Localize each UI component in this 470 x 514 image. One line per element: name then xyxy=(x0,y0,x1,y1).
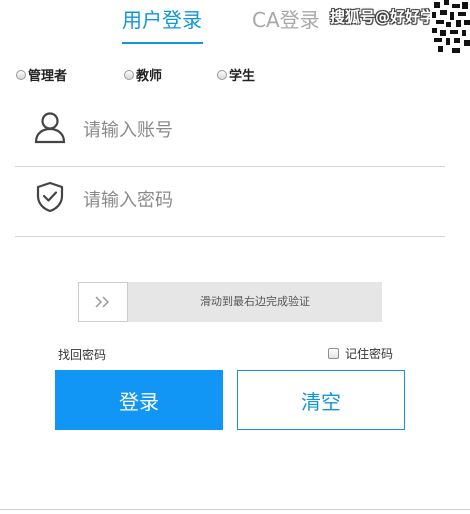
tab-ca-login[interactable]: CA登录 xyxy=(252,6,320,34)
role-label-admin: 管理者 xyxy=(28,69,68,84)
role-radio-teacher[interactable]: 教师 xyxy=(124,65,162,84)
tab-user-login[interactable]: 用户登录 xyxy=(122,6,202,34)
slide-verify-handle[interactable] xyxy=(78,282,128,322)
login-button[interactable]: 登录 xyxy=(55,370,223,430)
remember-password-checkbox[interactable]: 记住密码 xyxy=(328,345,393,362)
shield-check-icon xyxy=(33,180,67,214)
checkbox-icon[interactable] xyxy=(328,348,339,359)
watermark-text: 搜狐号@好好学 xyxy=(330,8,436,26)
account-field-row xyxy=(15,96,445,167)
role-label-student: 学生 xyxy=(229,69,256,84)
slide-verify-track: 滑动到最右边完成验证 xyxy=(78,282,382,322)
double-chevron-right-icon xyxy=(94,293,112,312)
role-radio-student[interactable]: 学生 xyxy=(217,65,255,84)
bottom-divider xyxy=(0,509,470,510)
radio-circle-icon[interactable] xyxy=(217,69,227,80)
password-input[interactable] xyxy=(83,184,413,216)
forgot-password-link[interactable]: 找回密码 xyxy=(58,346,106,363)
account-input[interactable] xyxy=(83,114,413,146)
role-radio-admin[interactable]: 管理者 xyxy=(16,65,67,84)
active-tab-underline xyxy=(122,42,203,44)
user-icon xyxy=(33,110,67,144)
qr-code-icon xyxy=(430,0,470,58)
role-label-teacher: 教师 xyxy=(136,69,163,84)
radio-circle-icon[interactable] xyxy=(16,69,26,80)
password-field-row xyxy=(15,166,445,237)
radio-circle-icon[interactable] xyxy=(124,69,134,80)
clear-button[interactable]: 清空 xyxy=(237,370,405,430)
slide-verify-text: 滑动到最右边完成验证 xyxy=(200,295,310,308)
remember-password-label: 记住密码 xyxy=(345,347,394,361)
